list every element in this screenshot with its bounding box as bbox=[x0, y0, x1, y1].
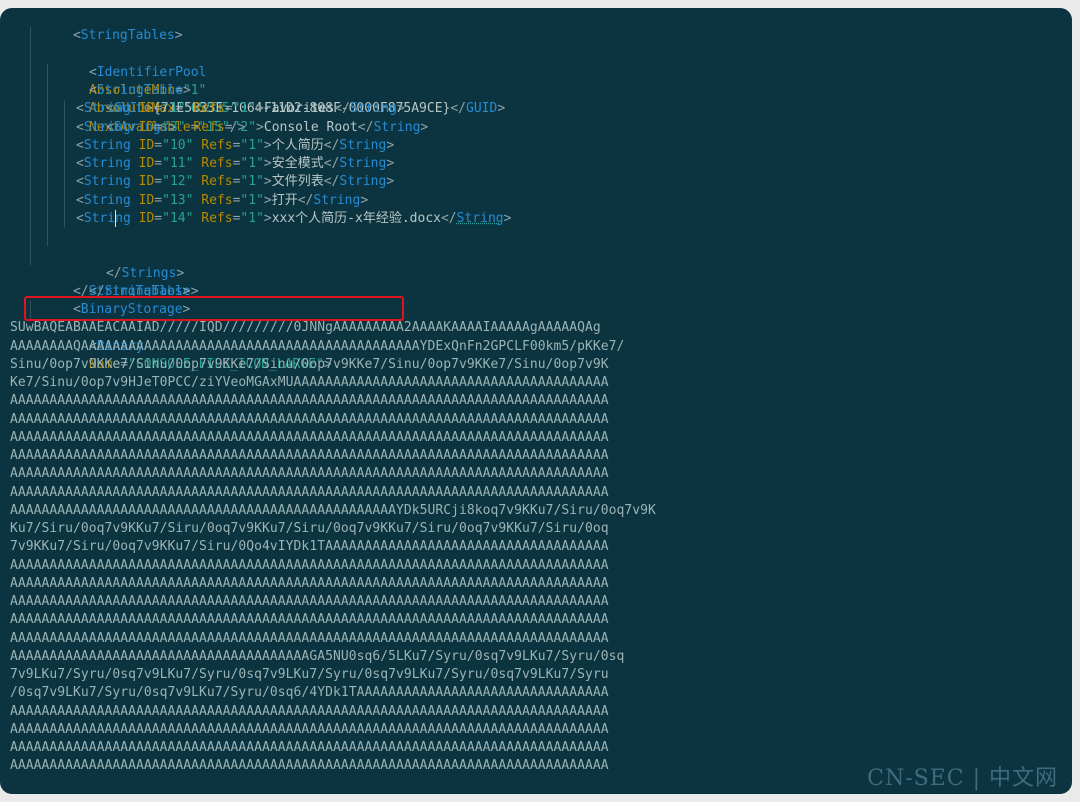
string-text: 个人简历 bbox=[271, 137, 324, 153]
binary-data-line: AAAAAAAAAAAAAAAAAAAAAAAAAAAAAAAAAAAAAAAA… bbox=[10, 630, 609, 646]
xml-tag: String bbox=[456, 210, 504, 226]
string-entry-line: <String ID="14" Refs="1">xxx个人简历-x年经验.do… bbox=[0, 209, 1072, 228]
binary-data-line: AAAAAAAAAAAAAAAAAAAAAAAAAAAAAAAAAAAAAAAA… bbox=[10, 740, 609, 755]
string-refs: 1 bbox=[240, 101, 249, 117]
xml-tag: String bbox=[83, 156, 131, 171]
xml-tag: String bbox=[339, 174, 387, 190]
code-line: <Strings> bbox=[0, 82, 1072, 135]
string-entry-line: <String ID="13" Refs="1">打开</String> bbox=[0, 191, 1072, 210]
xml-attr: ID bbox=[138, 156, 155, 171]
binary-data-line: /0sq7v9LKu7/Syru/0sq7v9LKu7/Syru/0sq6/4Y… bbox=[10, 685, 609, 701]
binary-data-line: AAAAAAAAAAAAAAAAAAAAAAAAAAAAAAAAAAAAAAAA… bbox=[10, 502, 656, 518]
string-refs: 1 bbox=[248, 174, 257, 190]
xml-attr: Refs bbox=[201, 192, 233, 208]
xml-attr: Refs bbox=[201, 137, 233, 153]
binary-data-line: AAAAAAAAAAAAAAAAAAAAAAAAAAAAAAAAAAAAAAAA… bbox=[10, 429, 609, 445]
binary-data-line: AAAAAAAAAAAAAAAAAAAAAAAAAAAAAAAAAAAAAAGA… bbox=[10, 648, 625, 664]
xml-tag: String bbox=[339, 156, 387, 171]
binary-data-line: AAAAAAAAAAAAAAAAAAAAAAAAAAAAAAAAAAAAAAAA… bbox=[10, 612, 609, 628]
code-line: <BinaryStorage> bbox=[72, 302, 191, 317]
code-line: <IdentifierPool AbsoluteMin="1" Absolute… bbox=[0, 27, 1072, 135]
binary-data-line: AAAAAAAAAAAAAAAAAAAAAAAAAAAAAAAAAAAAAAAA… bbox=[10, 393, 609, 409]
binary-tag-line: <Binary Name="CONSOLE_FILE_ICON_LARGE"> bbox=[0, 301, 1072, 372]
watermark: CN-SEC | 中文网 bbox=[867, 766, 1058, 791]
string-text: 打开 bbox=[271, 192, 298, 208]
xml-attr: ID bbox=[138, 137, 155, 153]
xml-attr: ID bbox=[138, 210, 155, 226]
xml-tag: String bbox=[349, 101, 397, 117]
xml-tag: String bbox=[83, 137, 131, 153]
binary-data-line: AAAAAAAAAAAAAAAAAAAAAAAAAAAAAAAAAAAAAAAA… bbox=[10, 557, 609, 573]
string-refs: 1 bbox=[248, 156, 257, 171]
binary-data-line: AAAAAAAAAAAAAAAAAAAAAAAAAAAAAAAAAAAAAAAA… bbox=[10, 721, 609, 737]
xml-attr: ID bbox=[138, 174, 155, 190]
string-entry-line: <String ID="11" Refs="1">安全模式</String> bbox=[0, 155, 1072, 174]
binary-data-line: AAAAAAAAAAAAAAAAAAAAAAAAAAAAAAAAAAAAAAAA… bbox=[10, 484, 609, 500]
editor-window: <StringTables> <IdentifierPool AbsoluteM… bbox=[0, 8, 1072, 794]
string-entry-line: <String ID="12" Refs="1">文件列表</String> bbox=[0, 173, 1072, 192]
string-entry-line: <String ID="3" Refs="2">Console Root</St… bbox=[0, 118, 1072, 137]
string-refs: 1 bbox=[248, 192, 257, 208]
string-id: 14 bbox=[169, 210, 186, 226]
binary-data-line: Ku7/Siru/0oq7v9KKu7/Siru/0oq7v9KKu7/Siru… bbox=[10, 521, 609, 536]
binary-data-line: AAAAAAAAAAAAAAAAAAAAAAAAAAAAAAAAAAAAAAAA… bbox=[10, 703, 609, 719]
string-text: 安全模式 bbox=[271, 156, 324, 171]
xml-attr: ID bbox=[138, 192, 155, 208]
xml-attr: Refs bbox=[201, 174, 233, 190]
string-text: Console Root bbox=[263, 119, 358, 135]
binary-data-line: Sinu/0op7v9KKe7/Sinu/0op7v9KKe7/Sinu/0op… bbox=[10, 356, 609, 372]
xml-tag: String bbox=[83, 174, 131, 190]
string-id: 13 bbox=[169, 192, 186, 208]
xml-tag: String bbox=[313, 192, 361, 208]
binary-data-line: SUwBAQEABAAEACAAIAD/////IQD/////////0JNN… bbox=[10, 320, 601, 336]
code-line: <StringTable> bbox=[0, 45, 1072, 98]
string-text: xxx个人简历-x年经验.docx bbox=[271, 210, 441, 226]
xml-attr: ID bbox=[138, 101, 155, 117]
string-id: 3 bbox=[169, 119, 178, 135]
string-text: Favorites bbox=[263, 101, 335, 117]
xml-attr: Refs bbox=[201, 210, 233, 226]
binary-data-line: 7v9KKu7/Siru/0oq7v9KKu7/Siru/0Qo4vIYDk1T… bbox=[10, 539, 609, 555]
string-id: 10 bbox=[169, 137, 186, 153]
binary-data-line: 7v9LKu7/Syru/0sq7v9LKu7/Syru/0sq7v9LKu7/… bbox=[10, 667, 609, 682]
code-line: </StringTable> bbox=[0, 246, 1072, 299]
binary-data-line: AAAAAAAAAAAAAAAAAAAAAAAAAAAAAAAAAAAAAAAA… bbox=[10, 448, 609, 463]
binary-data-line: AAAAAAAAAAAAAAAAAAAAAAAAAAAAAAAAAAAAAAAA… bbox=[10, 411, 609, 427]
text-cursor bbox=[115, 209, 117, 227]
xml-tag: String bbox=[373, 119, 421, 135]
code-line: <GUID>{71E5B33E-1064-11D2-808F-0000F875A… bbox=[0, 63, 1072, 116]
binary-data-line: Ke7/Sinu/0op7v9HJeT0PCC/ziYVeoMGAxMUAAAA… bbox=[10, 375, 609, 390]
xml-tag: String bbox=[83, 209, 131, 227]
string-refs: 2 bbox=[240, 119, 249, 135]
string-refs: 1 bbox=[248, 210, 257, 226]
binary-data-line: AAAAAAAAAAAAAAAAAAAAAAAAAAAAAAAAAAAAAAAA… bbox=[10, 466, 609, 482]
xml-tag: String bbox=[83, 192, 131, 208]
string-id: 12 bbox=[169, 174, 186, 190]
code-line: </StringTables> bbox=[72, 283, 191, 299]
string-entry-line: <String ID="10" Refs="1">个人简历</String> bbox=[0, 136, 1072, 155]
string-entry-line: <String ID="1" Refs="1">Favorites</Strin… bbox=[0, 100, 1072, 119]
xml-tag: String bbox=[83, 119, 131, 135]
binary-data-block: SUwBAQEABAAEACAAIAD/////IQD/////////0JNN… bbox=[0, 319, 1072, 775]
string-text: 文件列表 bbox=[271, 174, 324, 190]
xml-tag: String bbox=[339, 137, 387, 153]
xml-attr: Refs bbox=[193, 101, 225, 117]
xml-attr: Refs bbox=[201, 156, 233, 171]
binary-data-line: AAAAAAAAAAAAAAAAAAAAAAAAAAAAAAAAAAAAAAAA… bbox=[10, 575, 609, 591]
string-id: 11 bbox=[169, 156, 186, 171]
binary-data-line: AAAAAAAAQAAAAAAAAAAAAAAAAAAAAAAAAAAAAAAA… bbox=[10, 338, 625, 354]
xml-attr: Refs bbox=[193, 119, 225, 135]
binary-data-line: AAAAAAAAAAAAAAAAAAAAAAAAAAAAAAAAAAAAAAAA… bbox=[10, 594, 609, 609]
code-editor[interactable]: <StringTables> <IdentifierPool AbsoluteM… bbox=[0, 8, 1072, 794]
xml-tag: String bbox=[83, 101, 131, 117]
code-line: </Strings> bbox=[0, 228, 1072, 281]
string-refs: 1 bbox=[248, 137, 257, 153]
xml-attr: ID bbox=[138, 119, 155, 135]
string-id: 1 bbox=[169, 101, 178, 117]
code-line: <StringTables> bbox=[72, 28, 183, 44]
